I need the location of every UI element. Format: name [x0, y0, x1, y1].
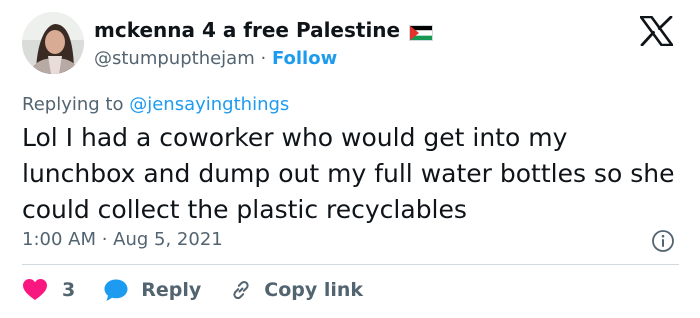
author-display-name[interactable]: mckenna 4 a free Palestine: [94, 18, 400, 42]
handle-separator: ·: [260, 48, 267, 69]
follow-button[interactable]: Follow: [272, 48, 337, 69]
like-button[interactable]: 3: [22, 278, 75, 302]
tweet-timestamp[interactable]: 1:00 AM · Aug 5, 2021: [22, 229, 223, 250]
palestine-flag-icon: [409, 22, 434, 41]
author-handle-line: @stumpupthejam · Follow: [94, 48, 337, 69]
reply-button[interactable]: Reply: [103, 278, 201, 302]
avatar-photo: [22, 12, 84, 74]
action-bar: 3 Reply Copy link: [22, 272, 363, 308]
copy-link-button[interactable]: Copy link: [230, 279, 363, 301]
tweet-text: Lol I had a coworker who would get into …: [22, 123, 675, 224]
copy-link-label: Copy link: [264, 279, 364, 301]
info-icon[interactable]: [651, 229, 675, 253]
avatar[interactable]: [22, 12, 84, 74]
reply-bubble-icon: [104, 279, 128, 301]
author-name-row[interactable]: mckenna 4 a free Palestine: [94, 18, 434, 42]
like-count: 3: [62, 279, 76, 301]
replying-to-mention[interactable]: @jensayingthings: [129, 94, 289, 115]
reply-label: Reply: [141, 279, 202, 301]
divider: [22, 264, 679, 265]
link-icon: [233, 280, 249, 300]
author-handle[interactable]: @stumpupthejam: [94, 48, 255, 69]
x-logo-icon[interactable]: [639, 15, 674, 47]
replying-to-label: Replying to: [22, 94, 124, 115]
replying-to-line: Replying to @jensayingthings: [22, 94, 289, 115]
heart-icon: [23, 279, 47, 300]
